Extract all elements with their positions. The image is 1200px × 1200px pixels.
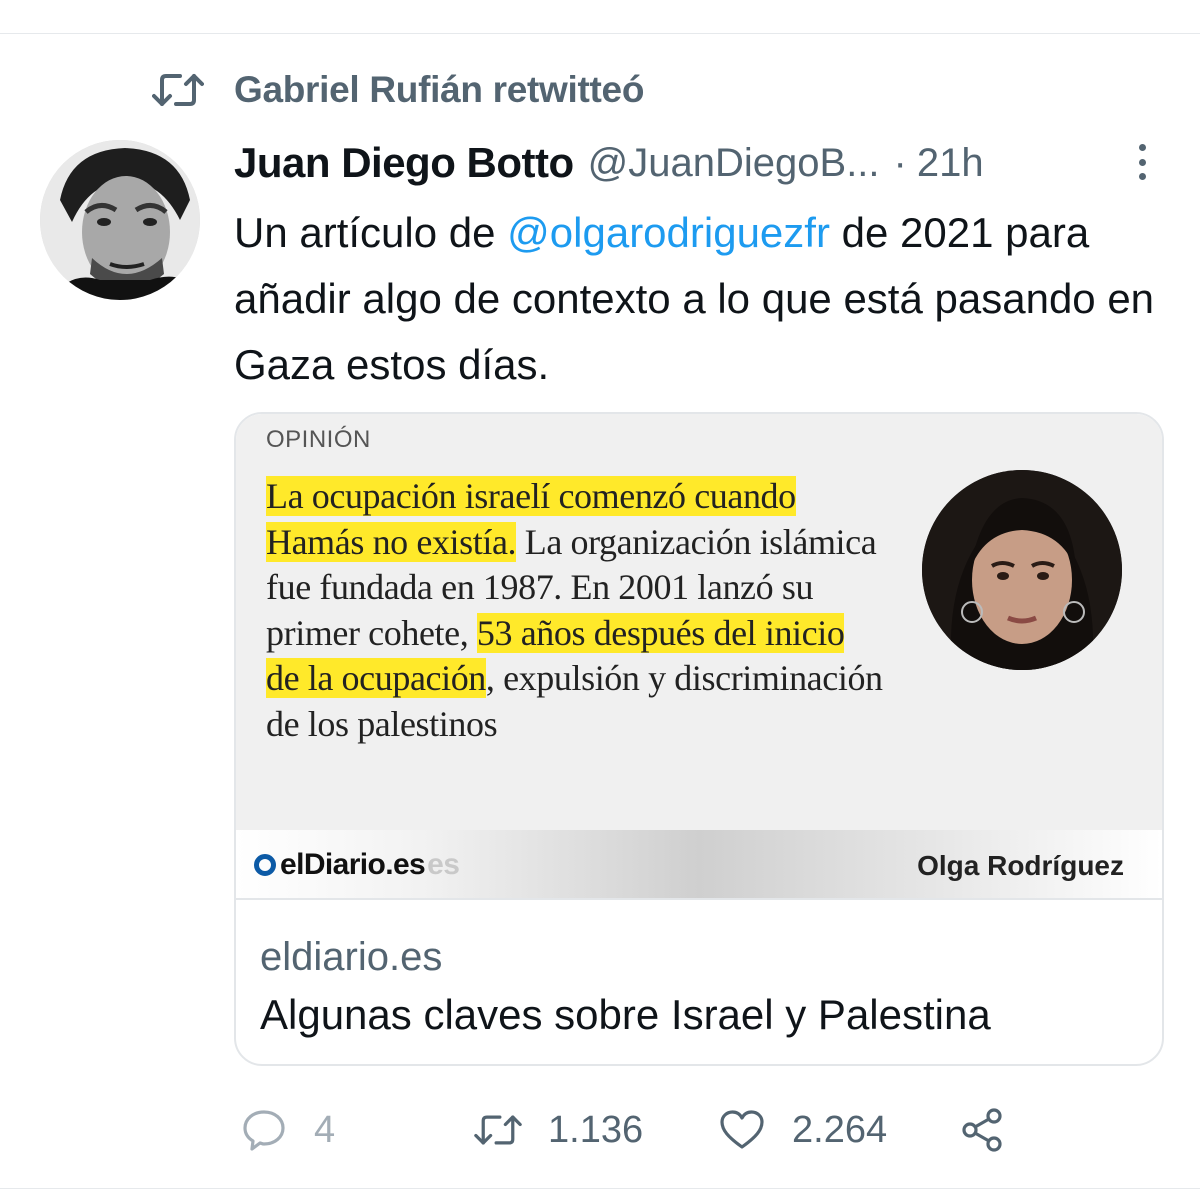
- logo-ghost-text: es: [427, 848, 460, 881]
- heart-icon: [720, 1110, 764, 1149]
- retweet-banner-text: Gabriel Rufián retwitteó: [234, 69, 645, 110]
- bottom-divider: [0, 1188, 1200, 1189]
- card-title: Algunas claves sobre Israel y Palestina: [260, 991, 991, 1038]
- card-domain: eldiario.es: [260, 935, 443, 979]
- header-separator: ·: [893, 140, 907, 185]
- retweet-icon: [474, 1115, 522, 1145]
- retweet-count: 1.136: [548, 1108, 644, 1151]
- logo-ring-icon: [254, 854, 276, 876]
- eldiario-logo: elDiario.es es: [254, 848, 460, 882]
- retweet-icon: [152, 74, 204, 106]
- author-avatar[interactable]: [40, 140, 200, 300]
- retweet-button[interactable]: 1.136: [474, 1098, 643, 1162]
- author-name[interactable]: Juan Diego Botto: [234, 139, 574, 187]
- bubble-notch: [1006, 814, 1028, 832]
- avatar-portrait: [40, 140, 200, 300]
- link-card[interactable]: OPINIÓN La ocupación israelí comenzó cua…: [234, 412, 1164, 1066]
- card-meta[interactable]: eldiario.es Algunas claves sobre Israel …: [236, 898, 1162, 1064]
- logo-text: elDiario.es: [280, 848, 426, 881]
- tweet-page: Gabriel Rufián retwitteó Juan Diego Bott…: [0, 0, 1200, 1200]
- share-icon: [962, 1108, 1002, 1152]
- reply-icon: [243, 1110, 285, 1151]
- mention-link[interactable]: @olgarodriguezfr: [507, 209, 830, 256]
- tweet-actions: 4 1.136 2.264: [234, 1098, 1164, 1162]
- columnist-photo: [922, 470, 1122, 670]
- retweet-banner[interactable]: Gabriel Rufián retwitteó: [152, 66, 644, 114]
- tweet-text: Un artículo de @olgarodriguezfr de 2021 …: [234, 200, 1174, 398]
- like-count: 2.264: [792, 1108, 888, 1151]
- tweet-header: Juan Diego Botto @JuanDiegoB... · 21h: [234, 138, 1164, 188]
- top-divider: [0, 33, 1200, 34]
- quote-text: La ocupación israelí comenzó cuando Hamá…: [266, 474, 886, 747]
- more-options-icon[interactable]: [1130, 140, 1154, 184]
- share-button[interactable]: [958, 1098, 1006, 1162]
- reply-count: 4: [314, 1108, 336, 1151]
- columnist-portrait: [922, 470, 1122, 670]
- reply-button[interactable]: 4: [240, 1098, 335, 1162]
- section-label: OPINIÓN: [266, 426, 371, 453]
- columnist-byline: Olga Rodríguez: [917, 850, 1124, 881]
- tweet-time[interactable]: 21h: [917, 141, 984, 186]
- card-image: OPINIÓN La ocupación israelí comenzó cua…: [236, 414, 1162, 898]
- tweet-text-part: Un artículo de: [234, 209, 508, 256]
- author-handle[interactable]: @JuanDiegoB...: [588, 141, 880, 186]
- like-button[interactable]: 2.264: [718, 1098, 887, 1162]
